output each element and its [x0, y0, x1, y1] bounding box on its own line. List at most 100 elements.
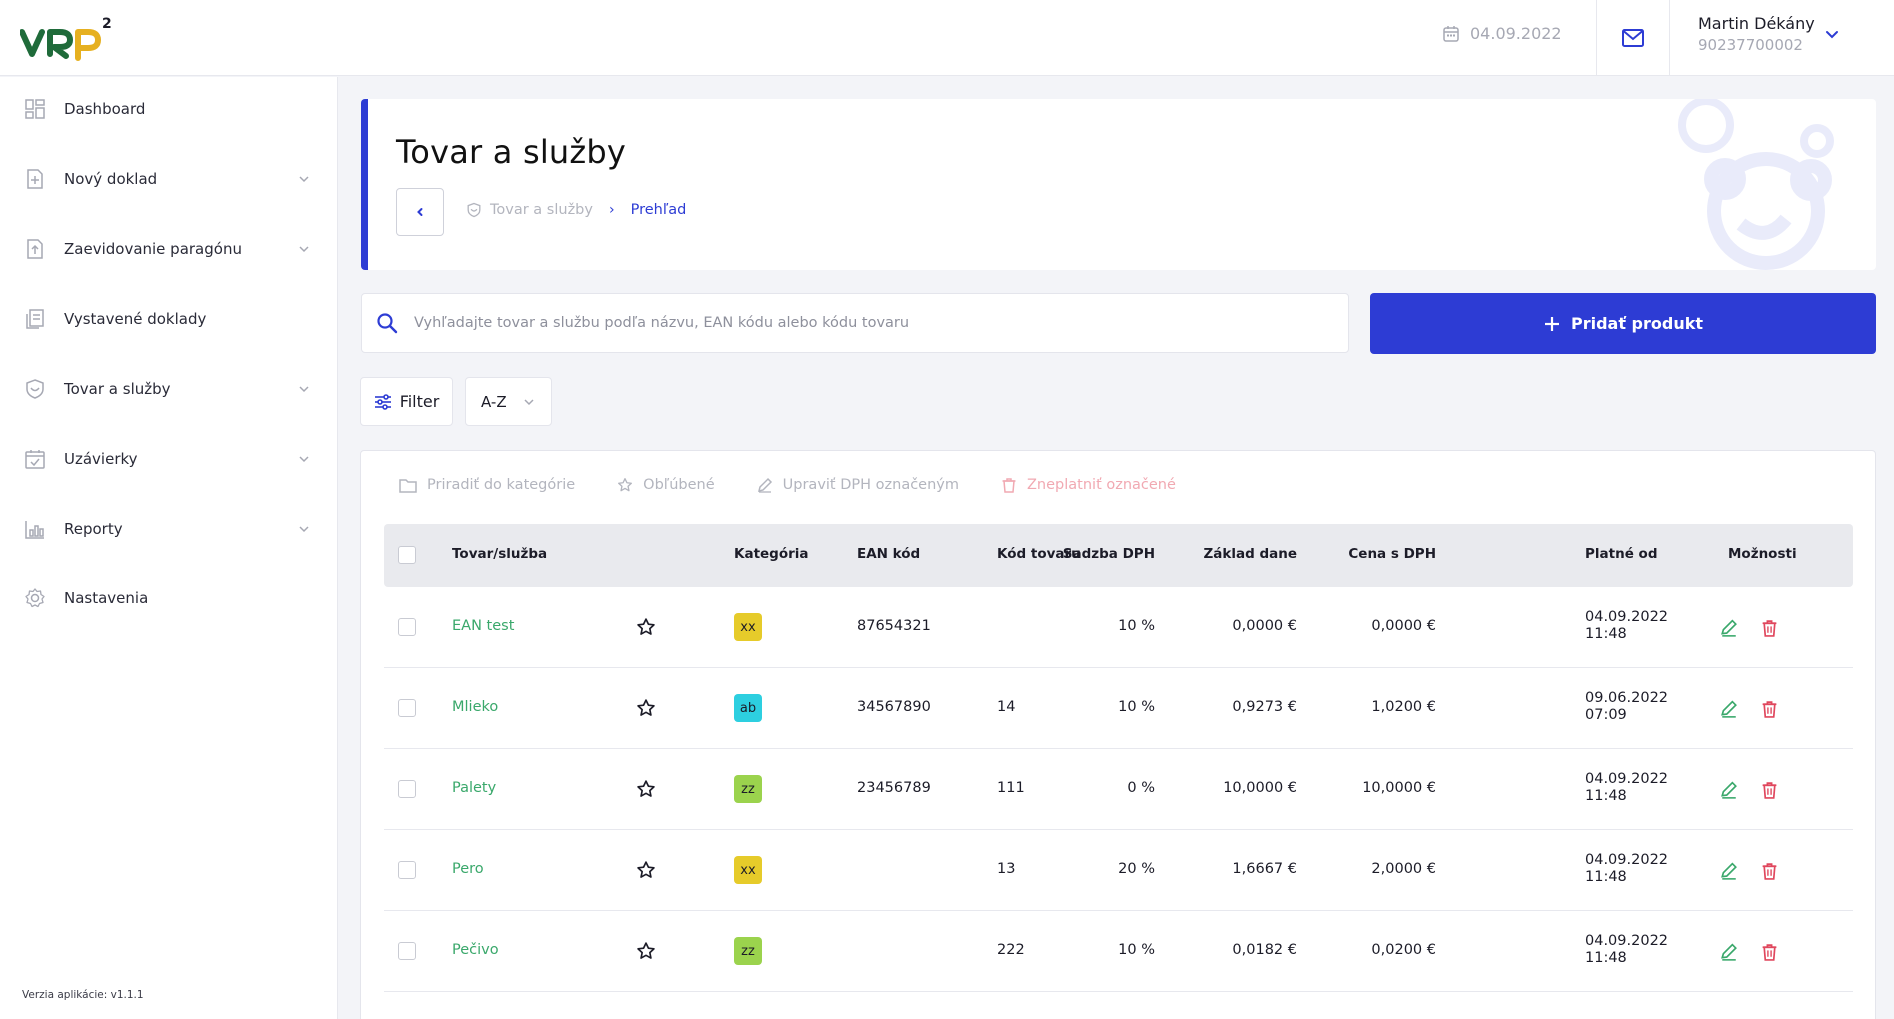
trash-icon[interactable]	[1761, 700, 1778, 718]
column-header-tax-base[interactable]: Základ dane	[1203, 546, 1297, 562]
sidebar-item-label: Vystavené doklady	[64, 310, 207, 328]
vat-rate: 10 %	[1118, 699, 1155, 715]
product-name-link[interactable]: Pero	[452, 861, 484, 877]
shield-icon	[467, 202, 481, 218]
breadcrumb-link-products[interactable]: Tovar a služby	[490, 202, 593, 218]
sidebar-item-dashboard[interactable]: Dashboard	[0, 87, 338, 131]
pencil-icon[interactable]	[1720, 619, 1738, 637]
documents-icon	[26, 309, 44, 329]
product-name-link[interactable]: Pečivo	[452, 942, 499, 958]
user-id: 90237700002	[1698, 36, 1803, 54]
sidebar-item-new-document[interactable]: Nový doklad	[0, 157, 338, 201]
pencil-icon[interactable]	[1720, 943, 1738, 961]
valid-from: 04.09.2022 11:48	[1585, 771, 1668, 805]
row-checkbox[interactable]	[398, 618, 416, 636]
app-logo[interactable]: 2	[19, 14, 120, 64]
trash-icon[interactable]	[1761, 943, 1778, 961]
star-icon[interactable]	[636, 941, 656, 961]
star-icon[interactable]	[636, 779, 656, 799]
shield-icon	[26, 379, 44, 399]
table-row[interactable]: Mlieko ab 34567890 14 10 % 0,9273 € 1,0200 € 09…	[384, 668, 1853, 749]
chevron-down-icon[interactable]	[1824, 26, 1840, 42]
sidebar-item-label: Dashboard	[64, 100, 146, 118]
pencil-icon	[757, 477, 772, 493]
row-checkbox[interactable]	[398, 942, 416, 960]
add-product-button[interactable]: Pridať produkt	[1370, 293, 1876, 354]
folder-icon	[399, 479, 417, 493]
sidebar: Dashboard Nový doklad Zaevidovanie parag…	[0, 77, 338, 1019]
product-name-link[interactable]: Mlieko	[452, 699, 498, 715]
category-badge: zz	[734, 937, 762, 965]
column-header-category[interactable]: Kategória	[734, 546, 809, 562]
column-header-price-vat[interactable]: Cena s DPH	[1348, 546, 1436, 562]
table-row[interactable]: EAN test xx 87654321 10 % 0,0000 € 0,0000 € 04…	[384, 587, 1853, 668]
trash-icon[interactable]	[1761, 862, 1778, 880]
chevron-down-icon	[299, 386, 309, 393]
column-header-ean[interactable]: EAN kód	[857, 546, 920, 562]
table-row[interactable]: Pečivo zz 222 10 % 0,0182 € 0,0200 € 04.09.202…	[384, 911, 1853, 992]
product-name-link[interactable]: Palety	[452, 780, 496, 796]
bar-chart-icon	[25, 521, 44, 539]
sidebar-item-issued-documents[interactable]: Vystavené doklady	[0, 297, 338, 341]
products-table-card: Priradiť do kategórie Obľúbené Upraviť D…	[360, 450, 1876, 1019]
breadcrumb-separator-icon: ›	[608, 202, 615, 218]
pencil-icon[interactable]	[1720, 862, 1738, 880]
star-icon[interactable]	[636, 698, 656, 718]
sidebar-item-settings[interactable]: Nastavenia	[0, 576, 338, 620]
tax-base: 0,9273 €	[1232, 699, 1297, 715]
bulk-actions: Priradiť do kategórie Obľúbené Upraviť D…	[399, 477, 1218, 493]
tax-base: 1,6667 €	[1232, 861, 1297, 877]
pencil-icon[interactable]	[1720, 700, 1738, 718]
row-checkbox[interactable]	[398, 861, 416, 879]
sidebar-item-products[interactable]: Tovar a služby	[0, 367, 338, 411]
column-header-vat-rate[interactable]: Sadzba DPH	[1063, 546, 1155, 562]
select-all-checkbox[interactable]	[398, 546, 416, 564]
sidebar-item-reports[interactable]: Reporty	[0, 507, 338, 551]
pencil-icon[interactable]	[1720, 781, 1738, 799]
valid-from-date: 04.09.2022	[1585, 852, 1669, 868]
upload-document-icon	[27, 239, 43, 259]
column-header-options: Možnosti	[1728, 546, 1797, 562]
valid-from: 04.09.2022 11:48	[1585, 852, 1668, 886]
sort-dropdown[interactable]: A-Z	[465, 377, 552, 426]
trash-icon[interactable]	[1761, 781, 1778, 799]
mail-button[interactable]	[1596, 0, 1670, 76]
user-menu[interactable]: Martin Dékány 90237700002	[1698, 14, 1815, 54]
sidebar-item-closings[interactable]: Uzávierky	[0, 437, 338, 481]
tax-base: 10,0000 €	[1223, 780, 1297, 796]
table-header: Tovar/služba Kategória EAN kód Kód tovar…	[384, 524, 1853, 587]
table-row[interactable]: Palety zz 23456789 111 0 % 10,0000 € 10,0000 €…	[384, 749, 1853, 830]
column-header-product[interactable]: Tovar/služba	[452, 546, 547, 562]
sidebar-item-register-receipt[interactable]: Zaevidovanie paragónu	[0, 227, 338, 271]
invalidate-button[interactable]: Zneplatniť označené	[1001, 477, 1176, 493]
decorative-illustration	[1678, 99, 1834, 270]
dashboard-icon	[25, 99, 45, 119]
page-title: Tovar a služby	[396, 133, 627, 171]
date-text: 04.09.2022	[1470, 24, 1562, 43]
search-icon	[377, 313, 398, 334]
star-icon[interactable]	[636, 617, 656, 637]
product-name-link[interactable]: EAN test	[452, 618, 514, 634]
category-badge: zz	[734, 775, 762, 803]
invalidate-label: Zneplatniť označené	[1027, 477, 1176, 493]
assign-category-button[interactable]: Priradiť do kategórie	[399, 477, 575, 493]
star-icon[interactable]	[636, 860, 656, 880]
user-name: Martin Dékány	[1698, 14, 1815, 33]
vat-rate: 10 %	[1118, 942, 1155, 958]
favorite-button[interactable]: Obľúbené	[617, 477, 715, 493]
edit-vat-button[interactable]: Upraviť DPH označeným	[757, 477, 959, 493]
row-checkbox[interactable]	[398, 699, 416, 717]
row-checkbox[interactable]	[398, 780, 416, 798]
ean-code: 34567890	[857, 699, 931, 715]
category-badge: ab	[734, 694, 762, 722]
filter-button[interactable]: Filter	[360, 377, 453, 426]
table-row[interactable]: Pero xx 13 20 % 1,6667 € 2,0000 € 04.09.2022 11…	[384, 830, 1853, 911]
column-header-valid-from[interactable]: Platné od	[1585, 546, 1658, 562]
search-input[interactable]	[414, 294, 1334, 352]
back-button[interactable]	[396, 188, 444, 236]
vat-rate: 0 %	[1127, 780, 1155, 796]
product-code: 13	[997, 861, 1016, 877]
breadcrumb: Tovar a služby › Prehľad	[466, 202, 686, 218]
trash-icon[interactable]	[1761, 619, 1778, 637]
favorite-label: Obľúbené	[643, 477, 715, 493]
